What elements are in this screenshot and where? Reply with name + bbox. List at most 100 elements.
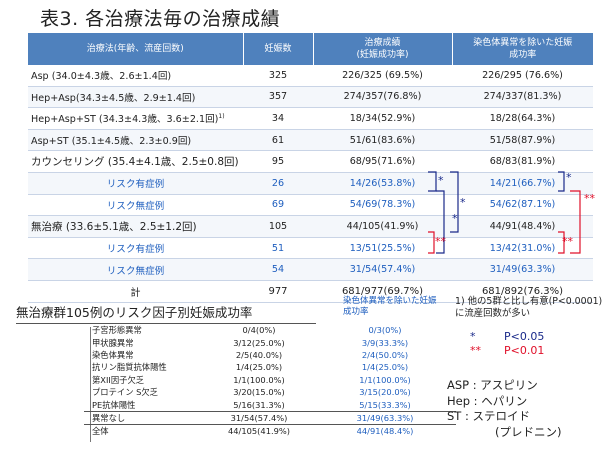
- risk-row: 子宮形態異常 0/4(0%) 0/3(0%): [84, 324, 456, 336]
- page-title: 表3. 各治療法毎の治療成績: [40, 8, 281, 30]
- row-rate: 44/105(41.9%): [313, 215, 452, 238]
- abbreviation-item: ST : ステロイド: [447, 409, 531, 423]
- row-label: リスク無症例: [28, 194, 243, 217]
- risk-rate: 1/1(100.0%): [233, 374, 285, 385]
- abbreviation-item: Hep : ヘパリン: [447, 393, 528, 408]
- row-count: 325: [243, 65, 313, 87]
- risk-rate: 5/16(31.3%): [204, 398, 314, 412]
- col-header-success-rate: 治療成績 (妊娠成功率): [313, 33, 453, 65]
- row-count: 69: [243, 194, 313, 217]
- row-rate-excl: 226/295 (76.6%): [452, 65, 593, 87]
- row-count: 61: [243, 129, 313, 152]
- risk-factor-table: 子宮形態異常 0/4(0%) 0/3(0%) 甲状腺異常 3/12(25.0%) 3/9…: [84, 324, 456, 438]
- risk-row: 抗リン脂質抗体陽性 1/4(25.0%) 1/4(25.0%): [84, 361, 456, 373]
- sig-legend-row: * P<0.05: [470, 330, 544, 344]
- risk-factor: 抗リン脂質抗体陽性: [92, 362, 167, 373]
- row-label: 計: [28, 280, 243, 303]
- row-rate-excl: 31/49(63.3%): [452, 258, 593, 281]
- row-count: 54: [243, 258, 313, 281]
- row-label: リスク有症例: [28, 237, 243, 260]
- risk-rate: 44/105(41.9%): [204, 424, 314, 438]
- risk-factor: 全体: [84, 424, 204, 438]
- row-label: Hep+Asp+ST (34.3±4.3歳、3.6±2.1回): [31, 114, 219, 126]
- abbreviation-item: (プレドニン): [495, 424, 562, 439]
- risk-factor: 第XII因子欠乏: [92, 374, 145, 385]
- risk-rate-excl: 5/15(33.3%): [314, 398, 456, 412]
- row-rate: 13/51(25.5%): [313, 237, 452, 260]
- risk-rate-excl: 0/3(0%): [368, 325, 402, 336]
- col-header-treatment: 治療法(年齢、流産回数): [28, 33, 244, 65]
- footnote-marker: 1): [218, 113, 225, 121]
- risk-factor: PE抗体陽性: [84, 398, 204, 412]
- risk-total-row: 全体 44/105(41.9%) 44/91(48.4%): [84, 424, 456, 438]
- row-rate-excl: 54/62(87.1%): [452, 194, 593, 217]
- sig-star: *: [470, 330, 476, 343]
- row-count: 105: [243, 215, 313, 238]
- row-label-with-footnote: Hep+Asp+ST (34.3±4.3歳、3.6±2.1回)1): [28, 107, 243, 130]
- row-count: 51: [243, 237, 313, 260]
- risk-factor: 子宮形態異常: [92, 325, 142, 336]
- row-label: Asp+ST (35.1±4.5歳、2.3±0.9回): [28, 129, 243, 152]
- table-row: カウンセリング (35.4±4.1歳、2.5±0.8回) 95 68/95(71…: [28, 150, 593, 173]
- row-label: カウンセリング (35.4±4.1歳、2.5±0.8回): [28, 150, 243, 173]
- row-count: 357: [243, 86, 313, 109]
- row-count: 95: [243, 150, 313, 173]
- risk-factor: 異常なし: [92, 412, 126, 423]
- risk-factor: プロテイン S欠乏: [92, 387, 158, 398]
- row-rate: 14/26(53.8%): [313, 172, 452, 195]
- table-subrow: リスク無症例 54 31/54(57.4%) 31/49(63.3%): [28, 258, 593, 281]
- risk-row: 異常なし 31/54(57.4%) 31/49(63.3%): [84, 411, 456, 424]
- row-rate: 54/69(78.3%): [313, 194, 452, 217]
- risk-rate: 1/4(25.0%): [235, 362, 283, 373]
- row-rate-excl: 44/91(48.4%): [452, 215, 593, 238]
- row-label: リスク無症例: [28, 258, 243, 281]
- risk-col-header-excl: 染色体異常を除いた妊娠成功率: [343, 296, 437, 317]
- row-rate-excl: 18/28(64.3%): [452, 107, 593, 130]
- abbreviation-list: ASP : アスピリン Hep : ヘパリン ST : ステロイド (プレドニン…: [447, 378, 561, 440]
- sig-legend-row: ** P<0.01: [470, 344, 544, 358]
- row-rate-excl: 13/42(31.0%): [452, 237, 593, 260]
- sig-label: P<0.01: [504, 344, 545, 357]
- risk-rate-excl: 3/15(20.0%): [359, 387, 411, 398]
- risk-rate-excl: 44/91(48.4%): [314, 424, 456, 438]
- row-rate-excl: 14/21(66.7%): [452, 172, 593, 195]
- table-subrow: リスク無症例 69 54/69(78.3%) 54/62(87.1%): [28, 194, 593, 217]
- row-rate: 226/325 (69.5%): [313, 65, 452, 87]
- risk-rate: 3/12(25.0%): [233, 337, 285, 348]
- risk-rate: 3/20(15.0%): [233, 387, 285, 398]
- risk-row: プロテイン S欠乏 3/20(15.0%) 3/15(20.0%): [84, 386, 456, 398]
- risk-rate-excl: 1/1(100.0%): [359, 374, 411, 385]
- risk-section-title: 無治療群105例のリスク因子別妊娠成功率: [16, 302, 316, 324]
- table-row: Asp+ST (35.1±4.5歳、2.3±0.9回) 61 51/61(83.…: [28, 129, 593, 152]
- row-label: 無治療 (33.6±5.1歳、2.5±1.2回): [28, 215, 243, 238]
- risk-row: 染色体異常 2/5(40.0%) 2/4(50.0%): [84, 349, 456, 361]
- row-rate-excl: 68/83(81.9%): [452, 150, 593, 173]
- significance-legend: * P<0.05 ** P<0.01: [470, 330, 544, 358]
- risk-rate-excl: 2/4(50.0%): [361, 349, 409, 360]
- risk-row: 第XII因子欠乏 1/1(100.0%) 1/1(100.0%): [84, 374, 456, 386]
- sig-star: **: [470, 344, 481, 357]
- row-rate-excl: 51/58(87.9%): [452, 129, 593, 152]
- treatment-results-table: 治療法(年齢、流産回数) 妊娠数 治療成績 (妊娠成功率) 染色体異常を除いた妊…: [28, 33, 593, 303]
- risk-row: PE抗体陽性 5/16(31.3%) 5/15(33.3%): [84, 398, 456, 412]
- row-label: Hep+Asp(34.3±4.5歳、2.9±1.4回): [28, 86, 243, 109]
- table-row: Hep+Asp(34.3±4.5歳、2.9±1.4回) 357 274/357(…: [28, 86, 593, 109]
- risk-rate-excl: 31/49(63.3%): [356, 412, 414, 423]
- row-label: Asp (34.0±4.3歳、2.6±1.4回): [28, 65, 243, 87]
- risk-row: 甲状腺異常 3/12(25.0%) 3/9(33.3%): [84, 336, 456, 348]
- risk-rate: 31/54(57.4%): [230, 412, 288, 423]
- table-subrow: リスク有症例 51 13/51(25.5%) 13/42(31.0%): [28, 237, 593, 260]
- row-count: 977: [243, 280, 313, 303]
- row-rate: 31/54(57.4%): [313, 258, 452, 281]
- table-row: 無治療 (33.6±5.1歳、2.5±1.2回) 105 44/105(41.9…: [28, 215, 593, 238]
- row-count: 34: [243, 107, 313, 130]
- row-rate: 68/95(71.6%): [313, 150, 452, 173]
- table-row: Hep+Asp+ST (34.3±4.3歳、3.6±2.1回)1) 34 18/…: [28, 107, 593, 130]
- table-subrow: リスク有症例 26 14/26(53.8%) 14/21(66.7%): [28, 172, 593, 195]
- row-rate: 274/357(76.8%): [313, 86, 452, 109]
- row-label: リスク有症例: [28, 172, 243, 195]
- col-header-success-rate-excl-chromosomal: 染色体異常を除いた妊娠成功率: [452, 33, 593, 65]
- row-rate: 18/34(52.9%): [313, 107, 452, 130]
- risk-rate: 2/5(40.0%): [235, 349, 283, 360]
- abbreviation-item: ASP : アスピリン: [447, 378, 538, 392]
